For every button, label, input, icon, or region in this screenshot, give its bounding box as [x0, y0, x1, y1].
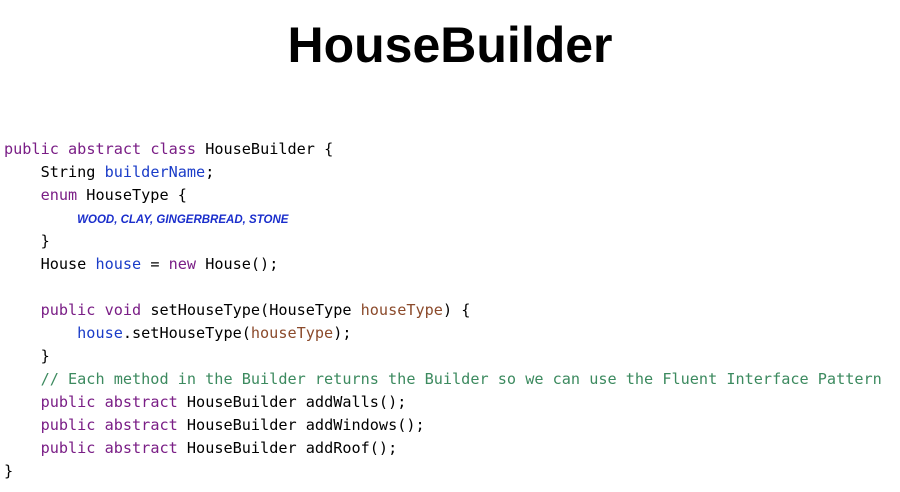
code-text: }	[40, 347, 50, 365]
code-line-house-field: House house = new House();	[4, 253, 882, 276]
code-text: House	[40, 255, 87, 273]
code-text: =	[141, 255, 169, 273]
keyword: abstract	[104, 439, 178, 457]
code-line-add-windows: public abstract HouseBuilder addWindows(…	[4, 414, 882, 437]
parameter-name: houseType	[250, 324, 334, 342]
field-name: house	[77, 324, 123, 342]
keyword: abstract	[104, 416, 178, 434]
code-text: setHouseType(HouseType	[141, 301, 361, 319]
code-text: HouseBuilder addRoof();	[177, 439, 398, 457]
code-comment: // Each method in the Builder returns th…	[40, 370, 882, 388]
code-line-builder-name: String builderName;	[4, 161, 882, 184]
code-line-comment: // Each method in the Builder returns th…	[4, 368, 882, 391]
parameter-name: houseType	[360, 301, 443, 319]
code-line-set-house-type: public void setHouseType(HouseType house…	[4, 299, 882, 322]
keyword: new	[168, 255, 197, 273]
code-text: .setHouseType(	[122, 324, 251, 342]
field-name: builderName	[104, 163, 206, 181]
slide-title: HouseBuilder	[287, 17, 613, 73]
code-line-enum-close: }	[4, 230, 882, 253]
code-text: );	[333, 324, 352, 342]
field-name: house	[95, 255, 142, 273]
code-line-method-body: house.setHouseType(houseType);	[4, 322, 882, 345]
code-line-class-close: }	[4, 460, 882, 483]
code-line-method-close: }	[4, 345, 882, 368]
code-text: ;	[205, 163, 215, 181]
keyword: public	[40, 393, 96, 411]
code-line-enum-declaration: enum HouseType {	[4, 184, 882, 207]
code-text: String	[40, 163, 96, 181]
keyword: abstract	[104, 393, 178, 411]
code-line-add-roof: public abstract HouseBuilder addRoof();	[4, 437, 882, 460]
keyword: class	[150, 140, 197, 158]
keyword: public	[40, 439, 96, 457]
keyword: public	[4, 140, 59, 158]
enum-constants: WOOD, CLAY, GINGERBREAD, STONE	[77, 214, 289, 226]
keyword: public	[40, 416, 96, 434]
code-line-class-declaration: public abstract class HouseBuilder {	[4, 138, 882, 161]
code-block: public abstract class HouseBuilder { Str…	[4, 138, 882, 483]
keyword: public	[40, 301, 96, 319]
code-text: }	[40, 232, 50, 250]
keyword: enum	[40, 186, 78, 204]
slide: HouseBuilder public abstract class House…	[0, 0, 900, 492]
code-text: ) {	[442, 301, 471, 319]
code-line-add-walls: public abstract HouseBuilder addWalls();	[4, 391, 882, 414]
code-text: }	[4, 462, 14, 480]
keyword: void	[104, 301, 142, 319]
code-text: HouseBuilder addWindows();	[177, 416, 425, 434]
code-text: HouseBuilder {	[196, 140, 334, 158]
code-line-enum-values: WOOD, CLAY, GINGERBREAD, STONE	[4, 207, 882, 230]
code-text: HouseBuilder addWalls();	[177, 393, 407, 411]
code-text: HouseType {	[77, 186, 187, 204]
code-text: House();	[196, 255, 279, 273]
keyword: abstract	[68, 140, 142, 158]
